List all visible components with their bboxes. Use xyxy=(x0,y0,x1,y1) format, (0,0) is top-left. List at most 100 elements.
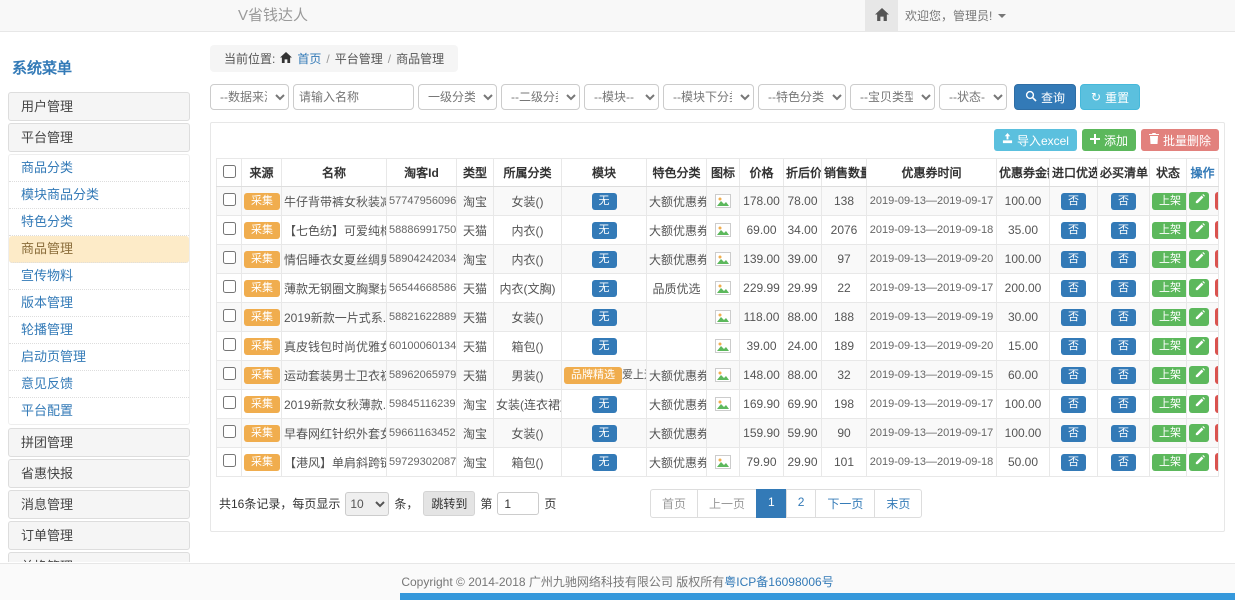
import-select-toggle[interactable]: 否 xyxy=(1061,367,1086,384)
sidebar-group-platform[interactable]: 平台管理 xyxy=(8,123,190,152)
row-checkbox[interactable] xyxy=(223,396,236,409)
filter-select[interactable]: --宝贝类型-- xyxy=(850,84,935,110)
row-checkbox[interactable] xyxy=(223,193,236,206)
import-select-toggle[interactable]: 否 xyxy=(1061,338,1086,355)
page-button[interactable]: 下一页 xyxy=(815,489,875,518)
filter-select[interactable]: --状态-- xyxy=(939,84,1007,110)
must-buy-toggle[interactable]: 否 xyxy=(1111,309,1136,326)
sidebar-subitem[interactable]: 模块商品分类 xyxy=(9,182,189,209)
edit-button[interactable] xyxy=(1189,221,1209,239)
edit-button[interactable] xyxy=(1189,395,1209,413)
filter-select[interactable]: --二级分类-- xyxy=(501,84,580,110)
filter-select[interactable]: --模块-- xyxy=(584,84,659,110)
page-button[interactable]: 末页 xyxy=(874,489,922,518)
select-all-checkbox[interactable] xyxy=(223,165,236,178)
sidebar-subitem[interactable]: 特色分类 xyxy=(9,209,189,236)
sidebar-group-users[interactable]: 用户管理 xyxy=(8,92,190,121)
status-button[interactable]: 上架 xyxy=(1152,251,1187,268)
row-checkbox[interactable] xyxy=(223,251,236,264)
filter-select[interactable]: --模块下分类-- xyxy=(663,84,754,110)
delete-button[interactable] xyxy=(1215,279,1218,297)
home-nav-button[interactable] xyxy=(865,0,898,31)
delete-button[interactable] xyxy=(1215,221,1218,239)
sidebar-group[interactable]: 消息管理 xyxy=(8,490,190,519)
row-checkbox[interactable] xyxy=(223,280,236,293)
sidebar-subitem[interactable]: 宣传物料 xyxy=(9,263,189,290)
edit-button[interactable] xyxy=(1189,453,1209,471)
must-buy-toggle[interactable]: 否 xyxy=(1111,367,1136,384)
must-buy-toggle[interactable]: 否 xyxy=(1111,454,1136,471)
delete-button[interactable] xyxy=(1215,250,1218,268)
import-select-toggle[interactable]: 否 xyxy=(1061,454,1086,471)
search-button[interactable]: 查询 xyxy=(1014,84,1076,110)
import-select-toggle[interactable]: 否 xyxy=(1061,425,1086,442)
sidebar-subitem[interactable]: 商品管理 xyxy=(9,236,189,263)
page-button[interactable]: 1 xyxy=(756,489,787,518)
status-button[interactable]: 上架 xyxy=(1152,396,1187,413)
edit-button[interactable] xyxy=(1189,366,1209,384)
must-buy-toggle[interactable]: 否 xyxy=(1111,425,1136,442)
must-buy-toggle[interactable]: 否 xyxy=(1111,280,1136,297)
import-select-toggle[interactable]: 否 xyxy=(1061,280,1086,297)
icp-link[interactable]: 粤ICP备16098006号 xyxy=(724,575,833,589)
status-button[interactable]: 上架 xyxy=(1152,309,1187,326)
delete-button[interactable] xyxy=(1215,366,1218,384)
sidebar-group[interactable]: 订单管理 xyxy=(8,521,190,550)
import-select-toggle[interactable]: 否 xyxy=(1061,193,1086,210)
page-button[interactable]: 上一页 xyxy=(697,489,757,518)
row-checkbox[interactable] xyxy=(223,454,236,467)
edit-button[interactable] xyxy=(1189,192,1209,210)
sidebar-subitem[interactable]: 版本管理 xyxy=(9,290,189,317)
delete-button[interactable] xyxy=(1215,192,1218,210)
page-button[interactable]: 首页 xyxy=(650,489,698,518)
row-checkbox[interactable] xyxy=(223,222,236,235)
page-button[interactable]: 2 xyxy=(786,489,817,518)
reset-button[interactable]: ↻ 重置 xyxy=(1080,84,1140,110)
sidebar-subitem[interactable]: 轮播管理 xyxy=(9,317,189,344)
batch-delete-button[interactable]: 批量删除 xyxy=(1141,129,1219,151)
breadcrumb-home-link[interactable]: 首页 xyxy=(297,50,321,67)
row-checkbox[interactable] xyxy=(223,309,236,322)
add-button[interactable]: 添加 xyxy=(1082,129,1136,151)
sidebar-group[interactable]: 兑换管理 xyxy=(8,552,190,562)
status-button[interactable]: 上架 xyxy=(1152,280,1187,297)
status-button[interactable]: 上架 xyxy=(1152,193,1187,210)
filter-select[interactable]: 一级分类 xyxy=(418,84,497,110)
must-buy-toggle[interactable]: 否 xyxy=(1111,222,1136,239)
edit-button[interactable] xyxy=(1189,337,1209,355)
sidebar-subitem[interactable]: 启动页管理 xyxy=(9,344,189,371)
edit-button[interactable] xyxy=(1189,308,1209,326)
must-buy-toggle[interactable]: 否 xyxy=(1111,251,1136,268)
jump-button[interactable]: 跳转到 xyxy=(423,491,475,516)
status-button[interactable]: 上架 xyxy=(1152,425,1187,442)
status-button[interactable]: 上架 xyxy=(1152,338,1187,355)
page-number-input[interactable] xyxy=(497,492,539,515)
delete-button[interactable] xyxy=(1215,453,1218,471)
delete-button[interactable] xyxy=(1215,395,1218,413)
status-button[interactable]: 上架 xyxy=(1152,367,1187,384)
filter-select[interactable]: --特色分类-- xyxy=(758,84,846,110)
data-source-select[interactable]: --数据来源-- xyxy=(210,84,289,110)
import-select-toggle[interactable]: 否 xyxy=(1061,251,1086,268)
import-select-toggle[interactable]: 否 xyxy=(1061,222,1086,239)
sidebar-group[interactable]: 拼团管理 xyxy=(8,428,190,457)
import-excel-button[interactable]: 导入excel xyxy=(994,129,1077,151)
import-select-toggle[interactable]: 否 xyxy=(1061,309,1086,326)
sidebar-group[interactable]: 省惠快报 xyxy=(8,459,190,488)
edit-button[interactable] xyxy=(1189,279,1209,297)
must-buy-toggle[interactable]: 否 xyxy=(1111,396,1136,413)
must-buy-toggle[interactable]: 否 xyxy=(1111,338,1136,355)
edit-button[interactable] xyxy=(1189,250,1209,268)
sidebar-subitem[interactable]: 意见反馈 xyxy=(9,371,189,398)
delete-button[interactable] xyxy=(1215,337,1218,355)
delete-button[interactable] xyxy=(1215,424,1218,442)
sidebar-subitem[interactable]: 平台配置 xyxy=(9,398,189,424)
row-checkbox[interactable] xyxy=(223,425,236,438)
per-page-select[interactable]: 10 xyxy=(345,492,389,516)
name-search-input[interactable] xyxy=(293,84,414,110)
import-select-toggle[interactable]: 否 xyxy=(1061,396,1086,413)
sidebar-subitem[interactable]: 商品分类 xyxy=(9,155,189,182)
status-button[interactable]: 上架 xyxy=(1152,222,1187,239)
row-checkbox[interactable] xyxy=(223,338,236,351)
row-checkbox[interactable] xyxy=(223,367,236,380)
